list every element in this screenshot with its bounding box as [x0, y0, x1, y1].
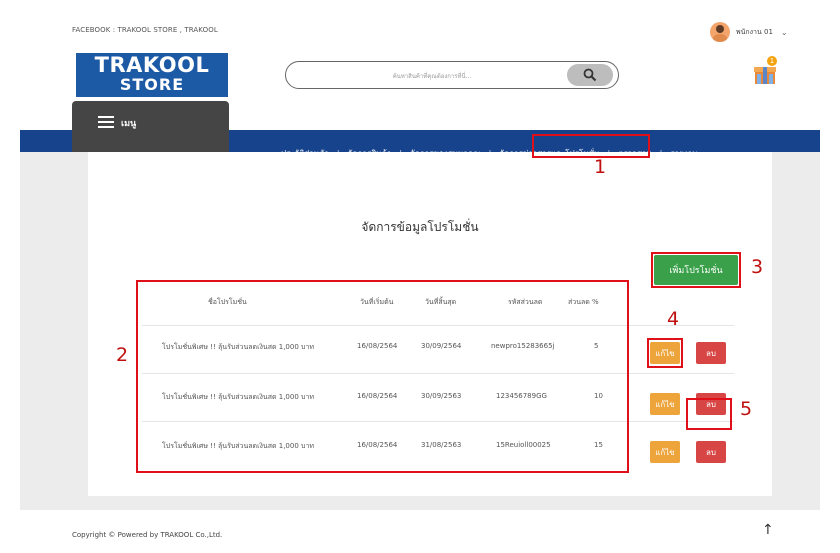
- chevron-down-icon: ⌄: [780, 27, 788, 37]
- page-title: จัดการข้อมูลโปรโมชั่น: [361, 220, 479, 234]
- copyright-text: Copyright © Powered by TRAKOOL Co.,Ltd.: [72, 531, 223, 539]
- annotation-label: 5: [740, 398, 753, 420]
- scroll-to-top-icon[interactable]: ↑: [762, 522, 774, 538]
- search-button[interactable]: [567, 64, 613, 86]
- logo-line2: STORE: [119, 75, 185, 94]
- annotation-label: 3: [751, 256, 764, 278]
- search-input[interactable]: ค้นหาสินค้าที่คุณต้องการที่นี่...: [286, 71, 578, 81]
- highlight-box-edit: [647, 338, 683, 368]
- highlight-box-nav: [532, 134, 650, 158]
- avatar: [710, 22, 730, 42]
- highlight-box-table: [136, 280, 629, 473]
- facebook-link[interactable]: FACEBOOK : TRAKOOL STORE , TRAKOOL: [72, 26, 218, 34]
- annotation-label: 4: [667, 308, 680, 330]
- highlight-box-delete: [686, 398, 732, 430]
- annotation-label: 2: [116, 344, 129, 366]
- user-menu[interactable]: พนักงาน 01 ⌄: [710, 22, 788, 42]
- menu-label: เมนู: [121, 119, 137, 129]
- delete-button[interactable]: ลบ: [696, 441, 726, 463]
- highlight-box-add: [651, 252, 741, 288]
- cart-count-badge: 1: [767, 56, 777, 66]
- menu-toggle[interactable]: เมนู: [72, 101, 229, 152]
- edit-button[interactable]: แก้ไข: [650, 441, 680, 463]
- gift-icon[interactable]: 1: [752, 56, 780, 88]
- user-name: พนักงาน 01: [736, 27, 773, 36]
- search-icon: [583, 68, 597, 82]
- search-bar[interactable]: ค้นหาสินค้าที่คุณต้องการที่นี่...: [285, 61, 619, 89]
- edit-button[interactable]: แก้ไข: [650, 393, 680, 415]
- annotation-label: 1: [594, 156, 607, 178]
- delete-button[interactable]: ลบ: [696, 342, 726, 364]
- logo[interactable]: TRAKOOL STORE: [76, 53, 228, 97]
- hamburger-icon: [98, 116, 114, 128]
- logo-line1: TRAKOOL: [94, 53, 210, 77]
